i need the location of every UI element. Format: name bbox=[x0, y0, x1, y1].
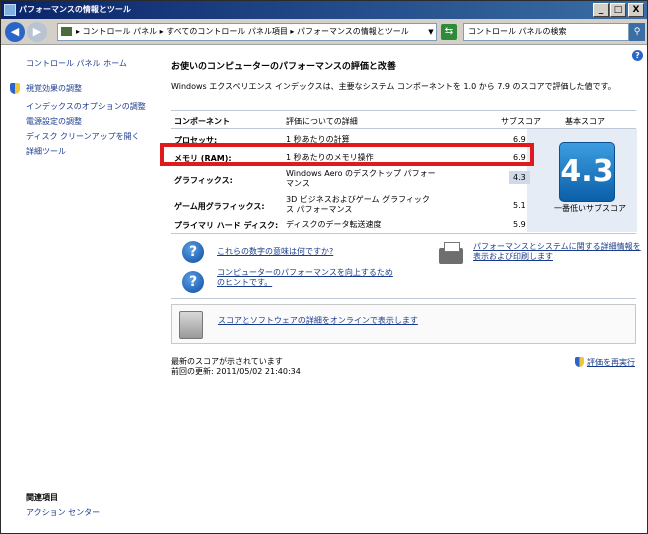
sidebar-item-indexing[interactable]: インデックスのオプションの調整 bbox=[26, 101, 146, 112]
sidebar-item-visual-effects[interactable]: 視覚効果の調整 bbox=[26, 83, 82, 94]
shield-icon bbox=[10, 83, 20, 94]
meaning-link[interactable]: これらの数字の意味は何ですか? bbox=[217, 247, 333, 257]
row-detail-gaming: 3D ビジネスおよびゲーム グラフィックス パフォーマンス bbox=[286, 195, 430, 214]
control-panel-icon bbox=[61, 27, 72, 36]
close-button[interactable]: X bbox=[628, 3, 644, 17]
rerun-label: 評価を再実行 bbox=[587, 358, 635, 367]
row-detail-disk: ディスクのデータ転送速度 bbox=[286, 220, 382, 229]
base-score-badge: 4.3 bbox=[559, 142, 615, 202]
window-title: パフォーマンスの情報とツール bbox=[19, 5, 131, 14]
page-title: お使いのコンピューターのパフォーマンスの評価と改善 bbox=[171, 62, 396, 72]
print-details-link[interactable]: パフォーマンスとシステムに関する詳細情報を表示および印刷します bbox=[473, 242, 643, 262]
last-updated-text: 前回の更新: 2011/05/02 21:40:34 bbox=[171, 367, 301, 376]
back-button[interactable]: ◀ bbox=[5, 22, 25, 42]
minimize-button[interactable]: _ bbox=[593, 3, 609, 17]
col-component-header: コンポーネント bbox=[174, 117, 230, 126]
tips-link[interactable]: コンピューターのパフォーマンスを向上するためのヒントです。 bbox=[217, 268, 397, 288]
online-details-box: スコアとソフトウェアの詳細をオンラインで表示します bbox=[171, 304, 636, 344]
question-icon: ? bbox=[182, 241, 204, 263]
app-icon bbox=[4, 4, 16, 16]
col-subscore-header: サブスコア bbox=[501, 117, 541, 126]
page-description: Windows エクスペリエンス インデックスは、主要なシステム コンポーネント… bbox=[171, 82, 616, 91]
maximize-button[interactable]: □ bbox=[610, 3, 626, 17]
computer-icon bbox=[179, 311, 203, 339]
divider bbox=[171, 298, 636, 299]
address-toolbar: ◀ ▶ ▸ コントロール パネル ▸ すべてのコントロール パネル項目 ▸ パフ… bbox=[1, 19, 647, 45]
sidebar-item-disk-cleanup[interactable]: ディスク クリーンアップを開く bbox=[26, 131, 140, 142]
help-icon[interactable]: ? bbox=[632, 50, 643, 61]
row-label-gaming: ゲーム用グラフィックス: bbox=[174, 202, 265, 211]
online-details-link[interactable]: スコアとソフトウェアの詳細をオンラインで表示します bbox=[218, 316, 418, 326]
highlight-box bbox=[160, 143, 534, 166]
address-path: ▸ コントロール パネル ▸ すべてのコントロール パネル項目 ▸ パフォーマン… bbox=[76, 27, 409, 36]
row-label-graphics: グラフィックス: bbox=[174, 176, 233, 185]
row-score-graphics: 4.3 bbox=[509, 171, 530, 184]
printer-icon bbox=[439, 242, 463, 264]
rerun-button[interactable]: 評価を再実行 bbox=[575, 357, 635, 368]
col-detail-header: 評価についての詳細 bbox=[286, 117, 358, 126]
col-basescore-header: 基本スコア bbox=[565, 117, 605, 126]
row-detail-graphics: Windows Aero のデスクトップ パフォーマンス bbox=[286, 169, 436, 188]
row-label-disk: プライマリ ハード ディスク: bbox=[174, 221, 279, 230]
sidebar: コントロール パネル ホーム 視覚効果の調整 インデックスのオプションの調整 電… bbox=[2, 46, 157, 533]
title-bar: パフォーマンスの情報とツール _ □ X bbox=[1, 1, 647, 19]
divider bbox=[171, 110, 636, 111]
sidebar-home-link[interactable]: コントロール パネル ホーム bbox=[26, 58, 127, 69]
base-score-caption: 一番低いサブスコア bbox=[554, 204, 626, 213]
divider bbox=[171, 233, 636, 234]
sidebar-item-advanced-tools[interactable]: 詳細ツール bbox=[26, 146, 66, 157]
main-content: ? お使いのコンピューターのパフォーマンスの評価と改善 Windows エクスペ… bbox=[157, 46, 647, 533]
chevron-down-icon[interactable]: ▼ bbox=[425, 23, 437, 41]
address-bar[interactable]: ▸ コントロール パネル ▸ すべてのコントロール パネル項目 ▸ パフォーマン… bbox=[57, 23, 437, 41]
sidebar-item-power[interactable]: 電源設定の調整 bbox=[26, 116, 82, 127]
row-score-gaming: 5.1 bbox=[513, 201, 526, 210]
row-score-disk: 5.9 bbox=[513, 220, 526, 229]
search-icon[interactable]: ⚲ bbox=[629, 23, 645, 41]
shield-icon bbox=[575, 357, 584, 367]
window: パフォーマンスの情報とツール _ □ X ◀ ▶ ▸ コントロール パネル ▸ … bbox=[0, 0, 648, 534]
sidebar-item-action-center[interactable]: アクション センター bbox=[26, 507, 100, 518]
refresh-button[interactable]: ⇆ bbox=[441, 24, 457, 40]
related-title: 関連項目 bbox=[26, 493, 58, 502]
question-icon: ? bbox=[182, 271, 204, 293]
search-input[interactable]: コントロール パネルの検索 bbox=[463, 23, 629, 41]
forward-button[interactable]: ▶ bbox=[27, 22, 47, 42]
